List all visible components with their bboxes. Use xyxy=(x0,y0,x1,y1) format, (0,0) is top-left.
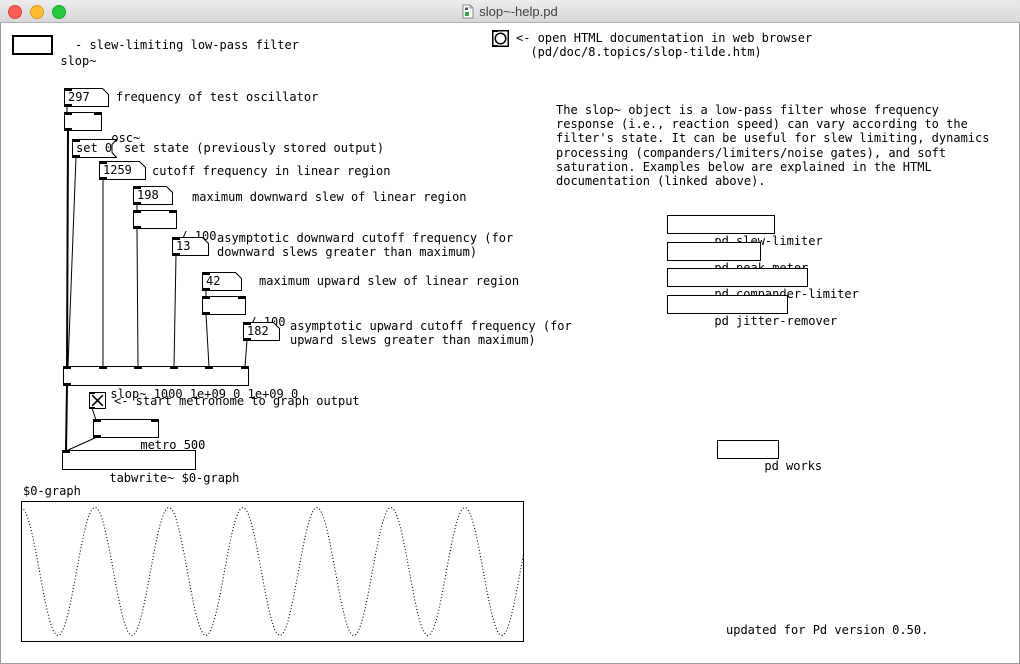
comment-open-html: <- open HTML documentation in web browse… xyxy=(516,31,812,59)
wire-set-to-slop xyxy=(68,157,76,366)
comment-frequency: frequency of test oscillator xyxy=(116,90,318,104)
patch-canvas: slop~ - slew-limiting low-pass filter <-… xyxy=(0,0,1020,664)
wire-downasym-to-slop xyxy=(174,255,176,367)
subpatch-works-label: pd works xyxy=(764,459,822,473)
message-box-set-state[interactable]: set 0 xyxy=(72,139,117,158)
number-box-down-asymptote[interactable]: 13 xyxy=(172,237,209,256)
number-box-frequency[interactable]: 297 xyxy=(64,88,109,107)
subpatch-slew-limiter[interactable]: pd slew-limiter xyxy=(667,215,775,234)
pd-patch-window: slop~-help.pd slop~ - slew-limiting low-… xyxy=(0,0,1020,664)
subpatch-works[interactable]: pd works xyxy=(717,440,779,459)
comment-subtitle: - slew-limiting low-pass filter xyxy=(75,38,299,52)
number-box-up-asymptote[interactable]: 182 xyxy=(243,322,280,341)
object-slop: slop~ 1000 1e+09 0 1e+09 0 xyxy=(63,366,249,386)
toggle-start-metronome[interactable] xyxy=(89,392,106,409)
graph-border xyxy=(22,502,524,642)
object-tabwrite-label: tabwrite~ $0-graph xyxy=(109,471,239,485)
subpatch-jitter-remover[interactable]: pd jitter-remover xyxy=(667,295,788,314)
object-slop-main-label: slop~ xyxy=(60,54,96,68)
number-box-cutoff[interactable]: 1259 xyxy=(99,161,146,180)
object-tabwrite: tabwrite~ $0-graph xyxy=(62,450,196,470)
number-box-cutoff-value: 1259 xyxy=(103,161,132,180)
number-box-max-up-slew[interactable]: 42 xyxy=(202,272,242,291)
comment-intro: The slop~ object is a low-pass filter wh… xyxy=(556,103,989,188)
comment-max-up-slew: maximum upward slew of linear region xyxy=(259,274,519,288)
object-metro: metro 500 xyxy=(93,419,159,438)
comment-up-asymptote: asymptotic upward cutoff frequency (for … xyxy=(290,319,572,347)
object-slop-main: slop~ xyxy=(12,35,53,55)
subpatch-peak-meter[interactable]: pd peak-meter xyxy=(667,242,761,261)
bang-open-docs[interactable] xyxy=(492,30,509,47)
subpatch-jitter-remover-label: pd jitter-remover xyxy=(714,314,837,328)
comment-max-down-slew: maximum downward slew of linear region xyxy=(192,190,467,204)
subpatch-compander-limiter[interactable]: pd compander-limiter xyxy=(667,268,808,287)
comment-start-metronome: <- start metronome to graph output xyxy=(114,394,360,408)
comment-updated: updated for Pd version 0.50. xyxy=(726,623,928,637)
object-divide-down: / 100 xyxy=(133,210,177,229)
comment-set-state: set state (previously stored output) xyxy=(124,141,384,155)
object-divide-up: / 100 xyxy=(202,296,246,315)
message-box-set-state-label: set 0 xyxy=(76,139,112,158)
graph-array-label: $0-graph xyxy=(23,484,81,498)
number-box-max-down-slew[interactable]: 198 xyxy=(133,186,173,205)
graph-canvas xyxy=(21,501,524,642)
comment-down-asymptote: asymptotic downward cutoff frequency (fo… xyxy=(217,231,513,259)
object-osc: osc~ xyxy=(64,112,102,131)
comment-cutoff: cutoff frequency in linear region xyxy=(152,164,390,178)
